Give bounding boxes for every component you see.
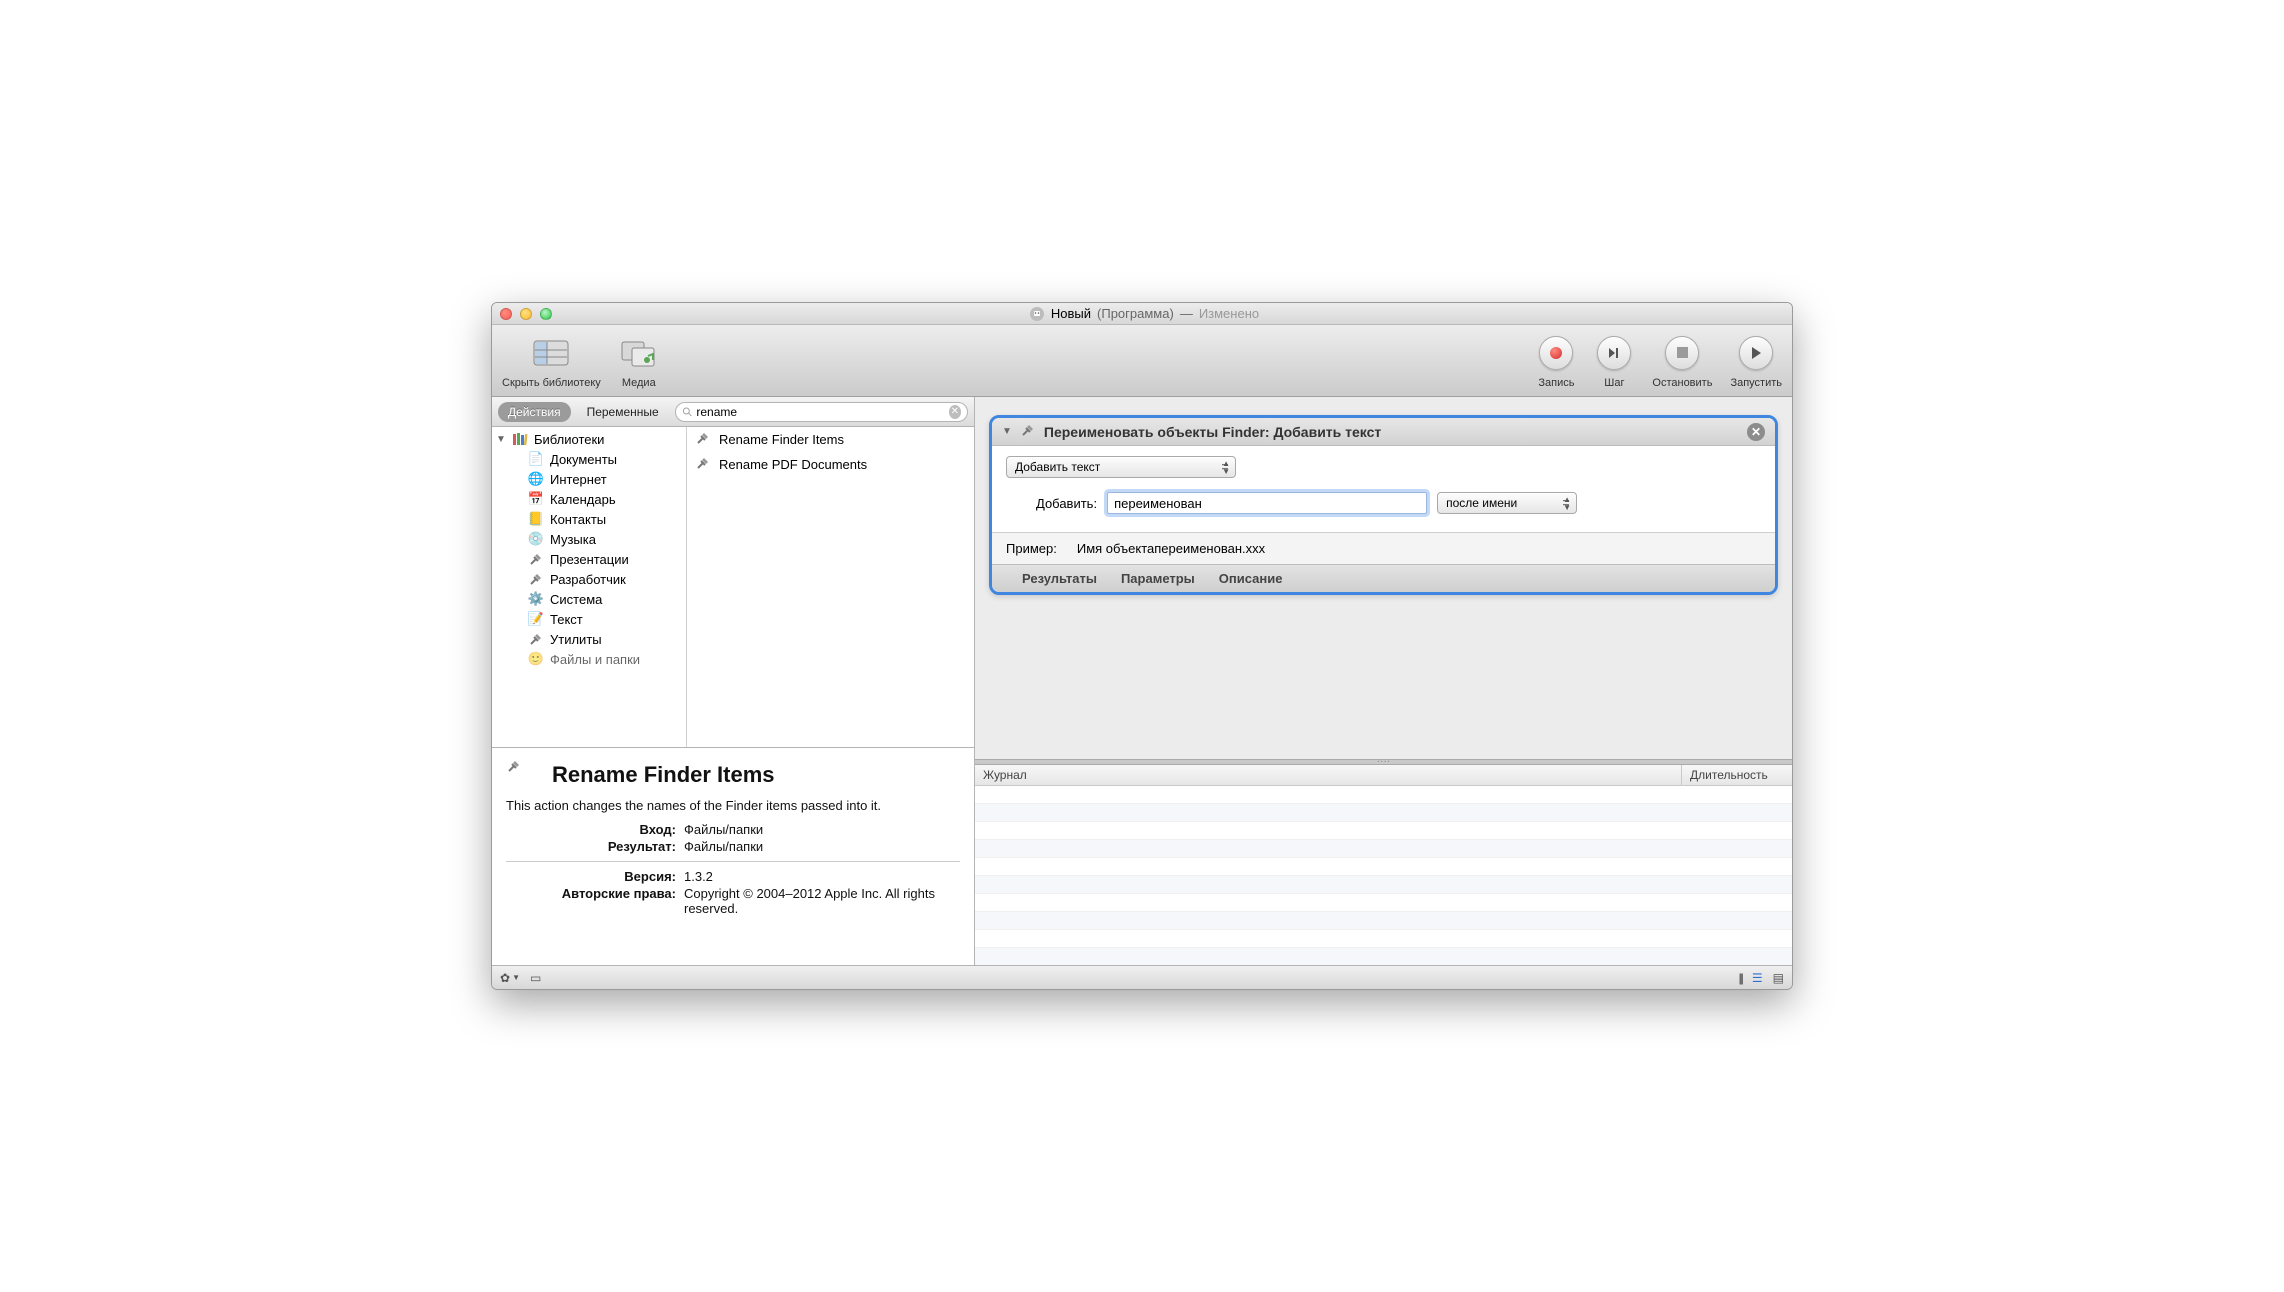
tab-actions[interactable]: Действия — [498, 402, 571, 422]
example-value: Имя объектапереименован.xxx — [1077, 541, 1265, 556]
action-results: Rename Finder Items Rename PDF Documents — [687, 427, 974, 747]
record-button[interactable]: Запись — [1536, 333, 1576, 389]
disclosure-triangle-icon[interactable]: ▼ — [496, 434, 506, 445]
add-text-input[interactable] — [1107, 492, 1427, 514]
log-rows — [975, 786, 1792, 965]
result-item[interactable]: Rename PDF Documents — [687, 452, 974, 477]
library-item[interactable]: 💿Музыка — [492, 529, 686, 549]
stop-button[interactable]: Остановить — [1652, 333, 1712, 389]
log-col-journal[interactable]: Журнал — [975, 765, 1682, 785]
window-controls — [500, 308, 552, 320]
automator-app-icon — [1029, 306, 1045, 322]
media-button[interactable]: Медиа — [619, 333, 659, 389]
desc-summary: This action changes the names of the Fin… — [506, 798, 960, 813]
library-item[interactable]: Утилиты — [492, 629, 686, 649]
text-icon: 📝 — [528, 611, 544, 627]
search-field[interactable]: ✕ — [675, 402, 968, 422]
calendar-icon: 📅 — [528, 491, 544, 507]
run-button[interactable]: Запустить — [1730, 333, 1782, 389]
internet-icon: 🌐 — [528, 471, 544, 487]
music-icon: 💿 — [528, 531, 544, 547]
record-icon — [1550, 347, 1562, 359]
library-item[interactable]: Разработчик — [492, 569, 686, 589]
workflow-panel: ▼ Переименовать объекты Finder: Добавить… — [975, 397, 1792, 965]
documents-icon: 📄 — [528, 451, 544, 467]
clear-search-button[interactable]: ✕ — [949, 405, 961, 419]
library-item[interactable]: 🙂Файлы и папки — [492, 649, 686, 669]
tab-results[interactable]: Результаты — [1022, 571, 1097, 586]
action-card: ▼ Переименовать объекты Finder: Добавить… — [989, 415, 1778, 595]
tools-icon — [528, 551, 544, 567]
add-label: Добавить: — [1036, 496, 1097, 511]
zoom-window-button[interactable] — [540, 308, 552, 320]
contacts-icon: 📒 — [528, 511, 544, 527]
tab-parameters[interactable]: Параметры — [1121, 571, 1195, 586]
toggle-description-button[interactable]: ▭ — [530, 971, 541, 985]
action-card-title: Переименовать объекты Finder: Добавить т… — [1044, 424, 1381, 440]
document-modified: Изменено — [1199, 306, 1259, 321]
stop-icon — [1677, 347, 1688, 358]
library-root[interactable]: ▼ Библиотеки — [492, 429, 686, 449]
library-item[interactable]: 📒Контакты — [492, 509, 686, 529]
example-row: Пример: Имя объектапереименован.xxx — [992, 532, 1775, 564]
window: Новый (Программа) — Изменено Скрыть библ… — [491, 302, 1793, 990]
log-header: Журнал Длительность — [975, 765, 1792, 786]
step-button[interactable]: Шаг — [1594, 333, 1634, 389]
log-col-duration[interactable]: Длительность — [1682, 765, 1792, 785]
columns-icon[interactable]: ||| — [1739, 971, 1742, 985]
library-tree[interactable]: ▼ Библиотеки 📄Документы 🌐Интернет 📅Кален… — [492, 427, 687, 747]
library-item[interactable]: 🌐Интернет — [492, 469, 686, 489]
system-icon: ⚙️ — [528, 591, 544, 607]
log-view-button[interactable]: ▤ — [1773, 971, 1784, 985]
list-view-button[interactable]: ☰ — [1752, 971, 1763, 985]
window-title: Новый (Программа) — Изменено — [552, 306, 1736, 322]
result-item[interactable]: Rename Finder Items — [687, 427, 974, 452]
search-icon — [682, 406, 693, 418]
close-window-button[interactable] — [500, 308, 512, 320]
library-icon — [512, 431, 528, 447]
toolbar: Скрыть библиотеку Медиа Запись Шаг Остан… — [492, 325, 1792, 397]
tools-icon — [695, 430, 711, 449]
log-panel: Журнал Длительность — [975, 765, 1792, 965]
position-select[interactable]: после имени ▲▼ — [1437, 492, 1577, 514]
minimize-window-button[interactable] — [520, 308, 532, 320]
workflow-canvas[interactable]: ▼ Переименовать объекты Finder: Добавить… — [975, 397, 1792, 759]
library-toolbar: Действия Переменные ✕ — [492, 397, 974, 427]
tools-icon — [1020, 422, 1036, 441]
tab-variables[interactable]: Переменные — [577, 402, 669, 422]
library-item[interactable]: Презентации — [492, 549, 686, 569]
action-card-header[interactable]: ▼ Переименовать объекты Finder: Добавить… — [992, 418, 1775, 446]
tab-description[interactable]: Описание — [1219, 571, 1283, 586]
document-type: (Программа) — [1097, 306, 1174, 321]
tools-icon — [528, 571, 544, 587]
library-item[interactable]: 📝Текст — [492, 609, 686, 629]
play-icon — [1748, 345, 1764, 361]
rename-mode-select[interactable]: Добавить текст ▲▼ — [1006, 456, 1236, 478]
finder-icon: 🙂 — [528, 651, 544, 667]
step-icon — [1606, 345, 1622, 361]
library-item[interactable]: 📅Календарь — [492, 489, 686, 509]
search-input[interactable] — [696, 405, 944, 419]
tools-icon — [528, 631, 544, 647]
action-card-tabs: Результаты Параметры Описание — [992, 564, 1775, 592]
gear-icon: ✿ — [500, 971, 510, 985]
disclosure-triangle-icon[interactable]: ▼ — [1002, 426, 1012, 437]
titlebar: Новый (Программа) — Изменено — [492, 303, 1792, 325]
description-panel: Rename Finder Items This action changes … — [492, 747, 974, 965]
action-card-body: Добавить текст ▲▼ Добавить: после имени … — [992, 446, 1775, 532]
library-item[interactable]: 📄Документы — [492, 449, 686, 469]
hide-library-button[interactable]: Скрыть библиотеку — [502, 333, 601, 389]
gear-menu-button[interactable]: ✿▼ — [500, 971, 520, 985]
tools-icon — [506, 758, 540, 792]
status-bar: ✿▼ ▭ ||| ☰ ▤ — [492, 965, 1792, 989]
remove-action-button[interactable]: ✕ — [1747, 423, 1765, 441]
desc-title: Rename Finder Items — [552, 762, 775, 788]
content: Действия Переменные ✕ ▼ Библиотеки 📄Доку… — [492, 397, 1792, 965]
tools-icon — [695, 455, 711, 474]
document-name: Новый — [1051, 306, 1091, 321]
library-panel: Действия Переменные ✕ ▼ Библиотеки 📄Доку… — [492, 397, 975, 965]
library-item[interactable]: ⚙️Система — [492, 589, 686, 609]
